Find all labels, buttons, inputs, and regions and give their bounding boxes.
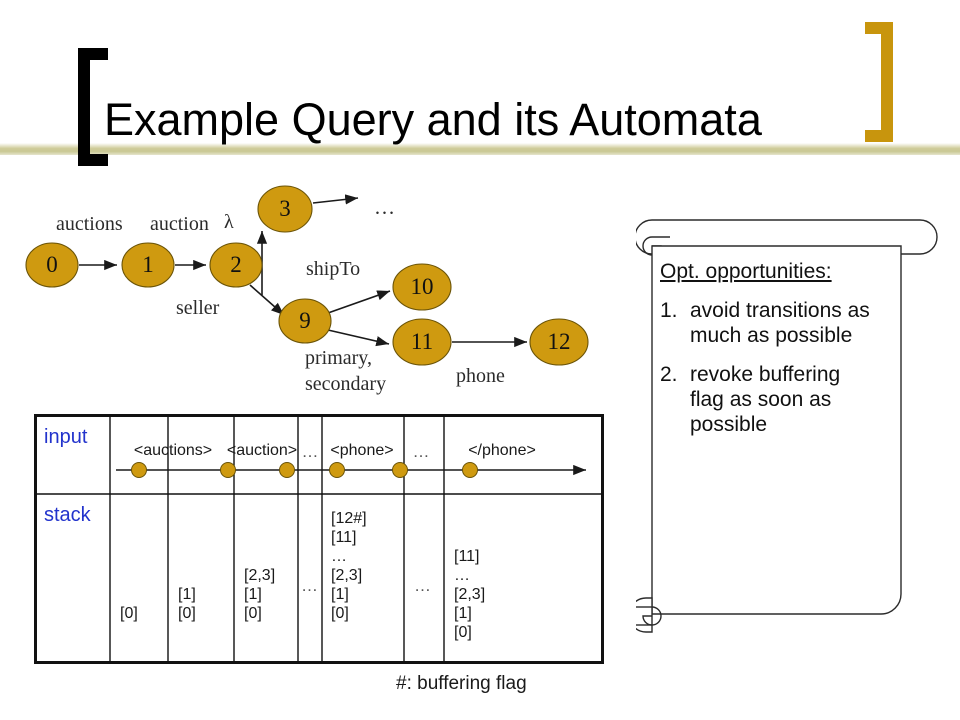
stack-cell-ellipsis-2: … <box>414 576 431 595</box>
input-token-phone-close: </phone> <box>468 442 536 459</box>
state-label-12: 12 <box>547 329 571 354</box>
transition-label-auction: auction <box>150 213 209 235</box>
note-item-text: revoke buffering flag as soon as possibl… <box>690 363 841 436</box>
automaton-ellipsis: … <box>374 195 395 219</box>
state-label-0: 0 <box>46 252 58 277</box>
slide-canvas: Example Query and its Automata 0 1 2 3 9… <box>0 0 960 720</box>
state-label-9: 9 <box>299 308 311 333</box>
transition-label-lambda: λ <box>224 211 234 233</box>
state-label-3: 3 <box>279 196 291 221</box>
state-label-10: 10 <box>410 274 434 299</box>
state-label-2: 2 <box>230 252 242 277</box>
buffering-flag-caption: #: buffering flag <box>396 673 527 694</box>
transition-label-seller: seller <box>176 297 220 319</box>
note-list-item: 2. revoke buffering flag as soon as poss… <box>660 362 876 437</box>
automaton-diagram: 0 1 2 3 9 10 11 12 auctions auction λ sh… <box>0 175 620 415</box>
optimization-note-scroll: Opt. opportunities: 1. avoid transitions… <box>636 198 956 663</box>
slide-title: Example Query and its Automata <box>104 94 762 145</box>
stream-token-dot <box>131 462 147 478</box>
transition-label-primary: primary, <box>305 347 373 369</box>
stack-cell-1: [0] <box>120 605 138 622</box>
transition-label-shipto: shipTo <box>306 258 361 280</box>
right-bracket-decoration <box>865 22 893 142</box>
stream-token-dot <box>279 462 295 478</box>
stack-cell-5: [11] … [2,3] [1] [0] <box>454 548 486 641</box>
stack-cell-2: [1] [0] <box>178 586 196 622</box>
state-label-11: 11 <box>410 329 434 354</box>
transition-label-phone: phone <box>456 365 505 387</box>
note-list-item: 1. avoid transitions as much as possible <box>660 298 876 348</box>
note-item-text: avoid transitions as much as possible <box>690 299 870 347</box>
stack-cell-4: [12#] [11] … [2,3] [1] [0] <box>331 510 367 622</box>
row-label-input: input <box>44 426 88 448</box>
stack-cell-3: [2,3] [1] [0] <box>244 567 276 622</box>
note-title: Opt. opportunities: <box>660 260 832 283</box>
input-stack-table: input stack <auctions> <auction> … <phon… <box>34 414 604 664</box>
input-token-ellipsis-1: … <box>301 442 319 461</box>
stream-token-dot <box>392 462 408 478</box>
note-item-number: 2. <box>660 363 678 386</box>
note-list: 1. avoid transitions as much as possible… <box>660 298 876 437</box>
input-token-ellipsis-2: … <box>412 442 430 461</box>
note-content: Opt. opportunities: 1. avoid transitions… <box>660 260 876 451</box>
stream-token-dot <box>329 462 345 478</box>
stream-token-dot <box>462 462 478 478</box>
transition-label-secondary: secondary <box>305 373 387 395</box>
input-token-phone: <phone> <box>330 442 394 459</box>
row-label-stack: stack <box>44 504 91 526</box>
input-token-auctions: <auctions> <box>133 442 213 459</box>
input-token-auction: <auction> <box>226 442 298 459</box>
stack-cell-ellipsis-1: … <box>301 576 318 595</box>
note-item-number: 1. <box>660 299 678 322</box>
state-label-1: 1 <box>142 252 154 277</box>
transition-label-auctions: auctions <box>56 213 123 235</box>
stream-token-dot <box>220 462 236 478</box>
